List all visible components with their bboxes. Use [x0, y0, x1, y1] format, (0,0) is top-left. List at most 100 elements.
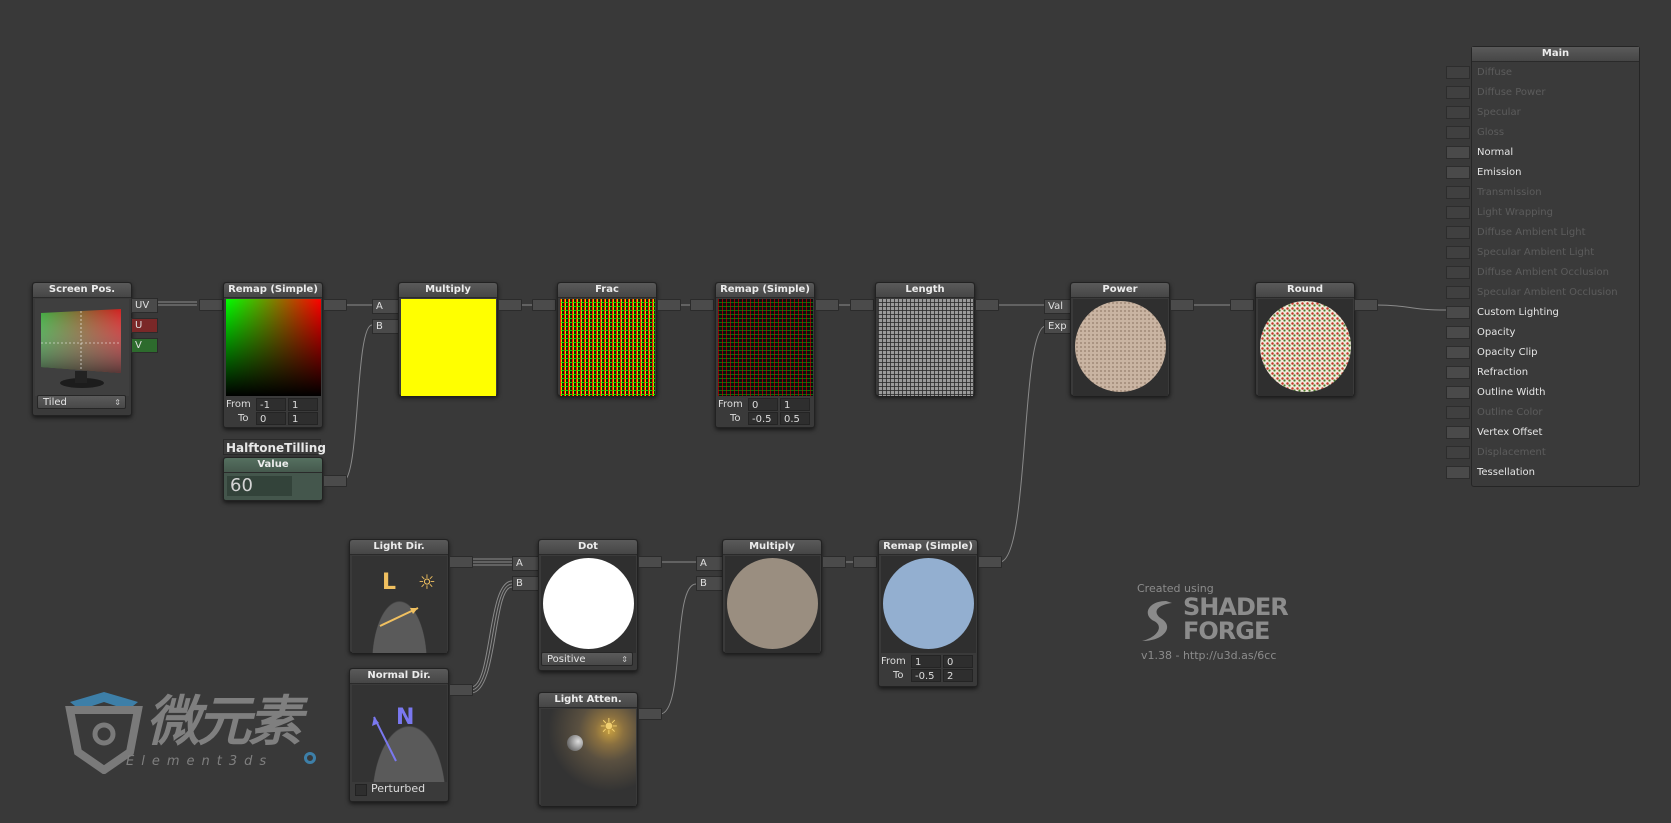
light-dir-node[interactable]: Light Dir. L ☼ — [349, 539, 449, 653]
input-port[interactable] — [199, 299, 223, 311]
dot-preview — [541, 556, 636, 653]
from-min-field[interactable]: 0 — [748, 398, 778, 411]
from-max-field[interactable]: 0 — [943, 655, 973, 668]
screen-pos-node[interactable]: Screen Pos. Tiled ⇕ — [32, 282, 132, 416]
main-input-port[interactable] — [1446, 406, 1470, 419]
main-input-port[interactable] — [1446, 226, 1470, 239]
output-port[interactable] — [323, 475, 347, 487]
output-port[interactable] — [323, 299, 347, 311]
port-b[interactable]: B — [512, 576, 539, 591]
main-input-port[interactable] — [1446, 106, 1470, 119]
node-title: Normal Dir. — [350, 669, 448, 684]
element3ds-watermark: 微元素 Element3ds — [64, 690, 334, 780]
main-input-label: Transmission — [1477, 187, 1542, 198]
main-input-port[interactable] — [1446, 306, 1470, 319]
main-input-label: Gloss — [1477, 127, 1505, 138]
from-max-field[interactable]: 1 — [780, 398, 810, 411]
main-input-port[interactable] — [1446, 466, 1470, 479]
normal-dir-node[interactable]: Normal Dir. N Perturbed — [349, 668, 449, 802]
main-input-port[interactable] — [1446, 386, 1470, 399]
port-b[interactable]: B — [372, 319, 399, 334]
output-port[interactable] — [975, 299, 999, 311]
main-input-port[interactable] — [1446, 146, 1470, 159]
output-port[interactable] — [822, 556, 846, 568]
main-input-port[interactable] — [1446, 366, 1470, 379]
dot-node[interactable]: Dot Positive ⇕ — [538, 539, 638, 671]
to-max-field[interactable]: 2 — [943, 669, 973, 682]
main-input-port[interactable] — [1446, 186, 1470, 199]
main-input-port[interactable] — [1446, 286, 1470, 299]
output-port[interactable] — [638, 708, 662, 720]
value-field[interactable]: 60 — [227, 476, 292, 496]
node-title: Light Dir. — [350, 540, 448, 555]
input-port[interactable] — [690, 299, 714, 311]
main-input-label: Normal — [1477, 147, 1514, 158]
output-port[interactable] — [449, 556, 473, 568]
main-input-port[interactable] — [1446, 66, 1470, 79]
to-max-field[interactable]: 0.5 — [780, 412, 810, 425]
main-input-label: Displacement — [1477, 447, 1546, 458]
main-input-port[interactable] — [1446, 206, 1470, 219]
length-node[interactable]: Length — [875, 282, 975, 396]
port-uv[interactable]: UV — [131, 298, 158, 313]
input-port[interactable] — [1230, 299, 1254, 311]
input-port[interactable] — [853, 556, 877, 568]
to-min-field[interactable]: -0.5 — [911, 669, 941, 682]
port-a[interactable]: A — [372, 299, 399, 314]
port-val[interactable]: Val — [1044, 299, 1073, 314]
output-port[interactable] — [638, 556, 662, 568]
main-input-port[interactable] — [1446, 426, 1470, 439]
output-port[interactable] — [1170, 299, 1194, 311]
wire — [470, 580, 513, 688]
round-node[interactable]: Round — [1255, 282, 1355, 396]
to-max-field[interactable]: 1 — [288, 412, 318, 425]
output-port[interactable] — [978, 556, 1002, 568]
main-input-port[interactable] — [1446, 326, 1470, 339]
main-input-port[interactable] — [1446, 166, 1470, 179]
output-port[interactable] — [449, 684, 473, 696]
from-min-field[interactable]: 1 — [911, 655, 941, 668]
halftone-value-node[interactable]: Value 60 — [223, 457, 323, 501]
multiply-node-2[interactable]: Multiply — [722, 539, 822, 653]
node-title: Power — [1071, 283, 1169, 298]
from-max-field[interactable]: 1 — [288, 398, 318, 411]
wire — [659, 583, 697, 715]
port-v[interactable]: V — [131, 338, 158, 353]
multiply-node-1[interactable]: Multiply — [398, 282, 498, 396]
main-input-port[interactable] — [1446, 266, 1470, 279]
main-input-port[interactable] — [1446, 446, 1470, 459]
main-output-node[interactable]: Main Diffuse Diffuse Power Specular Gloss No… — [1471, 46, 1640, 487]
main-title: Main — [1472, 47, 1639, 62]
dot-mode-dropdown[interactable]: Positive ⇕ — [541, 652, 633, 666]
main-input-port[interactable] — [1446, 126, 1470, 139]
main-input-port[interactable] — [1446, 346, 1470, 359]
frac-node[interactable]: Frac — [557, 282, 657, 396]
from-min-field[interactable]: -1 — [256, 398, 286, 411]
port-b[interactable]: B — [696, 576, 723, 591]
tiling-mode-dropdown[interactable]: Tiled ⇕ — [37, 395, 126, 409]
output-port[interactable] — [1354, 299, 1378, 311]
power-node[interactable]: Power — [1070, 282, 1170, 396]
output-port[interactable] — [815, 299, 839, 311]
remap-node-2[interactable]: Remap (Simple) From 0 1 To -0.5 0.5 — [715, 282, 815, 428]
main-input-port[interactable] — [1446, 246, 1470, 259]
port-u[interactable]: U — [131, 318, 158, 333]
remap-node-1[interactable]: Remap (Simple) From -1 1 To 0 1 — [223, 282, 323, 428]
output-port[interactable] — [657, 299, 681, 311]
port-exp[interactable]: Exp — [1044, 319, 1073, 334]
to-min-field[interactable]: 0 — [256, 412, 286, 425]
node-title: Remap (Simple) — [716, 283, 814, 298]
output-port[interactable] — [498, 299, 522, 311]
input-port[interactable] — [850, 299, 874, 311]
main-input-port[interactable] — [1446, 86, 1470, 99]
perturbed-checkbox[interactable] — [355, 784, 367, 796]
light-atten-node[interactable]: Light Atten. ☀ — [538, 692, 638, 806]
main-input-label: Opacity — [1477, 327, 1516, 338]
port-a[interactable]: A — [696, 556, 723, 571]
halftone-property-name[interactable]: HalftoneTilling — [223, 439, 326, 455]
to-min-field[interactable]: -0.5 — [748, 412, 778, 425]
remap-node-3[interactable]: Remap (Simple) From 1 0 To -0.5 2 — [878, 539, 978, 687]
port-a[interactable]: A — [512, 556, 539, 571]
light-atten-preview: ☀ — [541, 709, 636, 806]
input-port[interactable] — [532, 299, 556, 311]
